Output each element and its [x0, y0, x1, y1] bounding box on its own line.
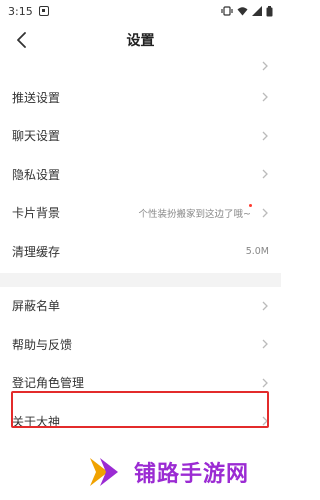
cache-size: 5.0M: [245, 245, 269, 257]
chevron-right-icon: [262, 378, 268, 388]
notification-icon: [38, 6, 49, 16]
section-divider: [0, 272, 281, 287]
settings-row-card-background[interactable]: 卡片背景 个性装扮搬家到这边了哦~: [0, 194, 281, 233]
watermark-logo-icon: [90, 458, 118, 486]
row-label: 卡片背景: [12, 206, 61, 221]
row-label: 帮助与反馈: [12, 337, 73, 352]
chevron-right-icon: [262, 416, 268, 426]
chevron-right-icon: [262, 131, 268, 141]
row-label: 登记角色管理: [12, 376, 85, 391]
settings-row-chat[interactable]: 聊天设置: [0, 117, 281, 156]
status-bar: 3:15: [0, 0, 281, 22]
settings-row-about[interactable]: 关于大神: [0, 402, 281, 441]
row-label: 屏蔽名单: [12, 299, 61, 314]
vibrate-icon: [221, 6, 233, 16]
settings-row-clipped[interactable]: [0, 58, 281, 78]
chevron-right-icon: [262, 169, 268, 179]
signal-icon: [252, 6, 262, 16]
settings-row-block-list[interactable]: 屏蔽名单: [0, 287, 281, 326]
wifi-icon: [237, 7, 248, 16]
chevron-right-icon: [262, 339, 268, 349]
watermark-text: 铺路手游网: [134, 462, 250, 487]
chevron-left-icon: [17, 32, 26, 48]
watermark: 铺路手游网: [86, 452, 276, 492]
chevron-right-icon: [262, 92, 268, 102]
settings-row-help-feedback[interactable]: 帮助与反馈: [0, 325, 281, 364]
row-value: 个性装扮搬家到这边了哦~: [138, 208, 251, 220]
chevron-right-icon: [262, 61, 268, 71]
back-button[interactable]: [8, 26, 36, 54]
chevron-right-icon: [262, 301, 268, 311]
page-title: 设置: [126, 33, 155, 49]
settings-row-clear-cache[interactable]: 清理缓存 5.0M: [0, 232, 281, 271]
new-badge-dot: [249, 203, 252, 207]
settings-list: 推送设置 聊天设置 隐私设置 卡片背景 个性装扮搬家到这边了哦~ 清理缓存 5.…: [0, 58, 281, 441]
row-label: 推送设置: [12, 90, 61, 105]
row-label: 聊天设置: [12, 129, 61, 144]
settings-row-push[interactable]: 推送设置: [0, 78, 281, 117]
nav-bar: 设置: [0, 22, 281, 58]
settings-row-privacy[interactable]: 隐私设置: [0, 155, 281, 194]
status-time: 3:15: [8, 4, 33, 18]
chevron-right-icon: [262, 208, 268, 218]
row-label: 关于大神: [12, 414, 61, 429]
settings-row-role-management[interactable]: 登记角色管理: [0, 364, 281, 403]
row-label: 清理缓存: [12, 244, 61, 259]
battery-icon: [266, 5, 273, 16]
row-label: 隐私设置: [12, 167, 61, 182]
